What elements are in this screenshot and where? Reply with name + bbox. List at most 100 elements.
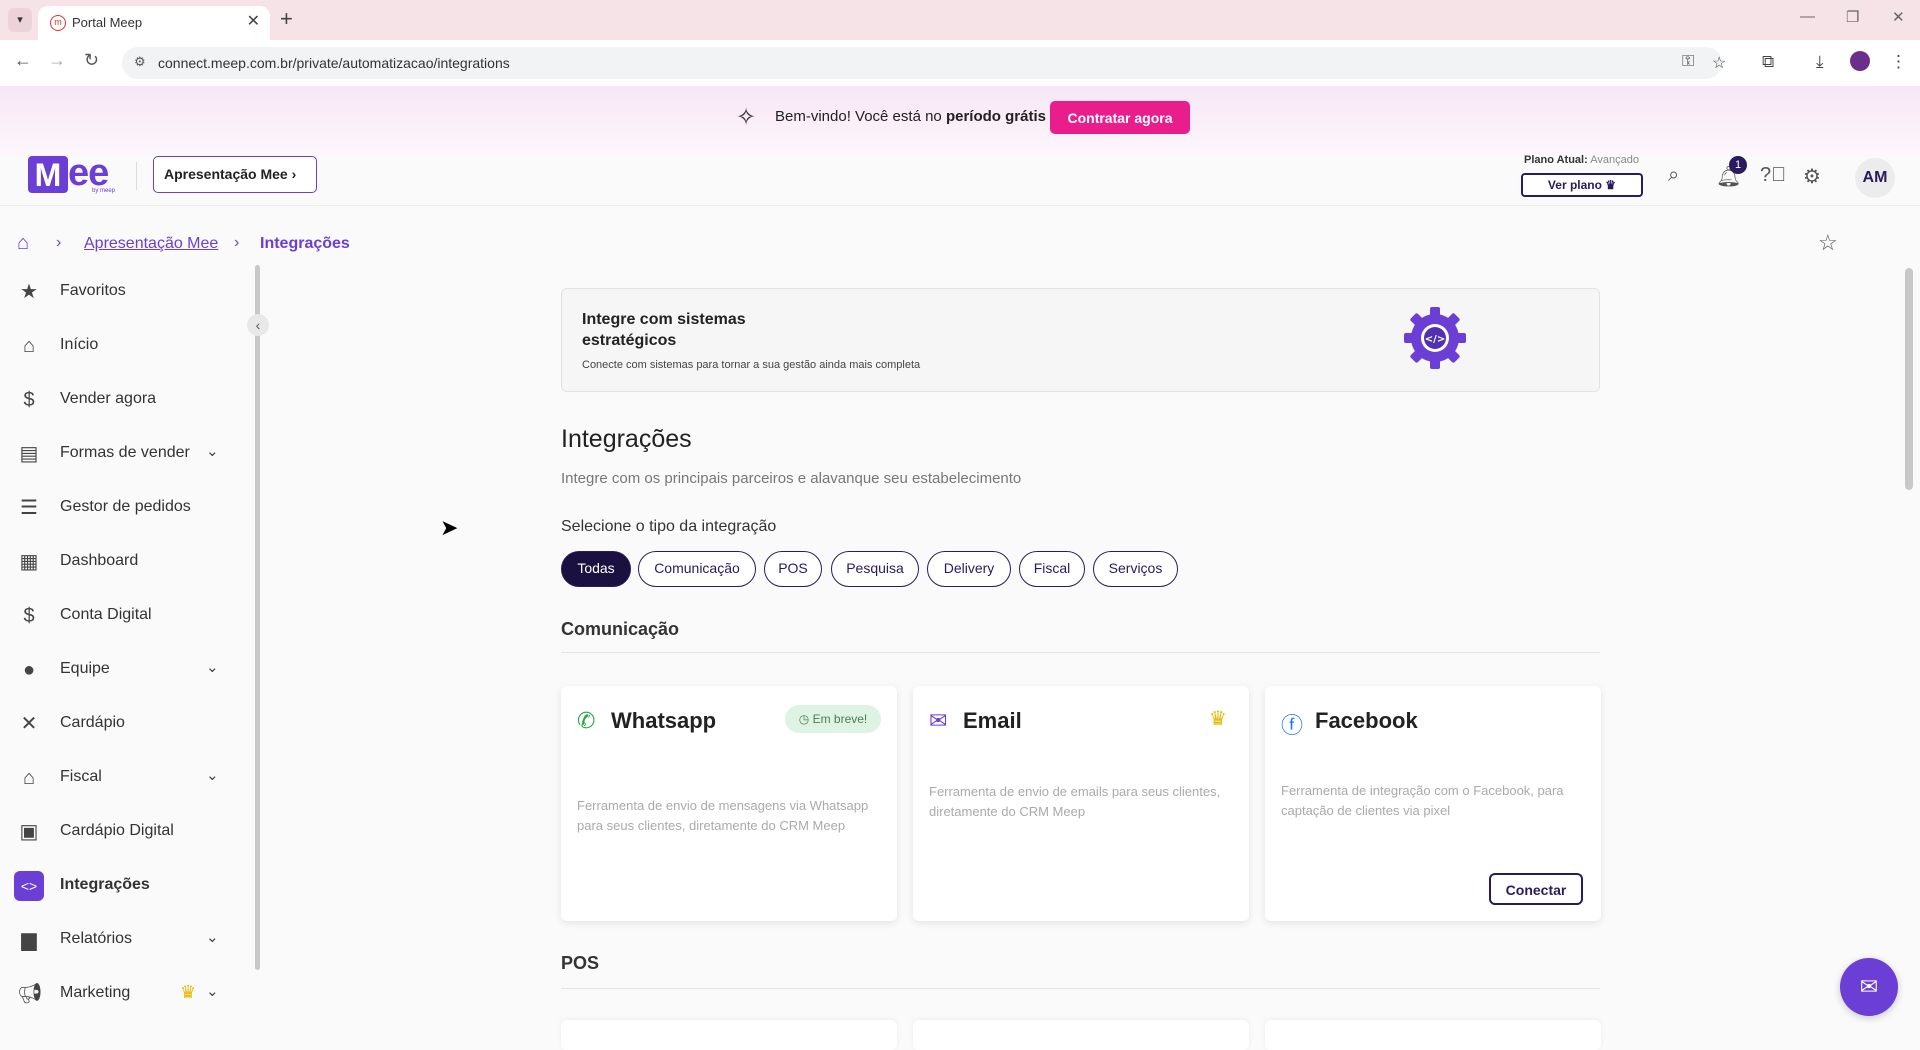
filter-chip-servicos[interactable]: Serviços — [1093, 551, 1178, 587]
chevron-right-icon: › — [56, 234, 62, 251]
sidebar-item-inicio[interactable]: ⌂ Início — [0, 324, 250, 368]
address-bar[interactable]: ⚙ connect.meep.com.br/private/automatiza… — [122, 47, 1726, 79]
minimize-icon[interactable]: — — [1800, 8, 1815, 25]
chat-icon: ✉ — [1859, 974, 1879, 999]
window-close-icon[interactable]: ✕ — [1892, 8, 1905, 26]
ver-plano-button[interactable]: Ver plano ♛ — [1521, 173, 1643, 197]
integration-card-facebook[interactable]: ⓕ Facebook Ferramenta de integração com … — [1265, 686, 1601, 921]
coming-soon-badge: ◷ Em breve! — [785, 705, 881, 733]
bookmark-star-icon[interactable]: ☆ — [1712, 53, 1726, 73]
header-divider — [136, 162, 137, 190]
download-icon[interactable]: ⤓ — [1816, 52, 1824, 72]
mouse-cursor-icon: ➤ — [440, 515, 459, 540]
section-divider — [561, 652, 1600, 653]
tab-close-icon[interactable]: ✕ — [247, 11, 260, 31]
integration-card-whatsapp[interactable]: ✆ Whatsapp ◷ Em breve! Ferramenta de env… — [561, 686, 897, 921]
filter-chip-todas[interactable]: Todas — [561, 551, 631, 587]
section-divider — [561, 988, 1600, 989]
filter-chip-delivery[interactable]: Delivery — [927, 551, 1011, 587]
password-key-icon[interactable]: ⚿ — [1682, 53, 1694, 71]
dollar-icon: $ — [23, 389, 35, 411]
search-icon[interactable]: ⌕ — [1668, 164, 1679, 187]
card-title: Whatsapp — [611, 708, 717, 733]
integration-card-email[interactable]: ✉ Email ♛ Ferramenta de envio de emails … — [913, 686, 1249, 921]
sidebar-item-dashboard[interactable]: ▦ Dashboard — [0, 540, 250, 584]
sidebar-label: Relatórios — [60, 930, 133, 947]
banner-text: Bem-vindo! Você está no período grátis — [775, 108, 1046, 125]
notification-badge: 1 — [1729, 156, 1747, 174]
sidebar-item-relatorios[interactable]: ▆ Relatórios ⌄ — [0, 918, 250, 962]
breadcrumb-link[interactable]: Apresentação Mee — [84, 235, 218, 253]
browser-menu-icon[interactable]: ⋮ — [1890, 52, 1907, 72]
sidebar-item-integracoes[interactable]: <> Integrações — [0, 864, 250, 908]
main-scrollbar[interactable] — [1905, 268, 1913, 490]
register-icon: ▤ — [19, 443, 39, 465]
home-icon[interactable]: ⌂ — [17, 232, 29, 255]
extensions-icon[interactable]: ⧉ — [1762, 52, 1774, 72]
star-icon: ★ — [20, 281, 38, 303]
clock-icon: ◷ — [798, 712, 810, 726]
hero-card: Integre com sistemas estratégicos Conect… — [561, 288, 1600, 392]
contratar-agora-button[interactable]: Contratar agora — [1050, 101, 1190, 134]
profile-avatar[interactable] — [1850, 51, 1870, 71]
browser-tab-bar: ▾ m Portal Meep ✕ + — ❐ ✕ — [0, 0, 1920, 40]
sidebar-scrollbar[interactable] — [255, 265, 260, 970]
store-selector-button[interactable]: Apresentação Mee › — [153, 156, 317, 193]
sidebar-item-cardapio[interactable]: ✕ Cardápio — [0, 702, 250, 746]
dollar-icon: $ — [23, 605, 35, 627]
site-info-icon[interactable]: ⚙ — [134, 54, 146, 70]
chevron-down-icon: ⌄ — [206, 983, 219, 1000]
filter-chip-comunicacao[interactable]: Comunicação — [638, 551, 756, 587]
browser-tab[interactable]: m Portal Meep ✕ — [38, 6, 270, 40]
sidebar-item-favoritos[interactable]: ★ Favoritos — [0, 270, 250, 314]
sidebar-label: Vender agora — [60, 390, 157, 407]
tab-favicon-icon: m — [50, 15, 66, 31]
favorite-star-icon[interactable]: ☆ — [1818, 230, 1838, 256]
mee-logo[interactable]: M ee by meep — [28, 152, 118, 196]
breadcrumb-current: Integrações — [260, 235, 350, 252]
sidebar-item-vender-agora[interactable]: $ Vender agora — [0, 378, 250, 422]
forward-icon[interactable]: → — [48, 50, 66, 71]
plan-label: Plano Atual: Avançado — [1524, 154, 1639, 166]
pos-card[interactable] — [913, 1020, 1249, 1050]
gear-icon[interactable]: ⚙ — [1803, 164, 1821, 189]
sidebar-item-marketing[interactable]: 📢︎ Marketing ♛ ⌄ — [0, 972, 250, 1016]
card-title: Email — [963, 708, 1022, 733]
sidebar-item-gestor-de-pedidos[interactable]: ☰ Gestor de pedidos — [0, 486, 250, 530]
user-avatar[interactable]: AM — [1855, 158, 1895, 198]
chevron-right-icon: › — [234, 234, 240, 251]
filter-chip-pesquisa[interactable]: Pesquisa — [831, 551, 919, 587]
megaphone-icon: 📢︎ — [17, 983, 43, 1005]
chat-button[interactable]: ✉ — [1840, 958, 1898, 1016]
sidebar-label: Gestor de pedidos — [60, 498, 191, 515]
hero-title: Integre com sistemas estratégicos — [582, 311, 746, 349]
filter-chip-pos[interactable]: POS — [764, 551, 822, 587]
chevron-down-icon: ⌄ — [206, 929, 219, 946]
reload-icon[interactable]: ↻ — [84, 50, 99, 71]
crown-icon: ♛ — [1605, 178, 1617, 192]
pos-card[interactable] — [561, 1020, 897, 1050]
svg-text:</>: </> — [1425, 334, 1445, 345]
sidebar-item-cardapio-digital[interactable]: ▣ Cardápio Digital — [0, 810, 250, 854]
page-subtitle: Integre com os principais parceiros e al… — [561, 470, 1022, 487]
browser-toolbar: ← → ↻ ⚙ connect.meep.com.br/private/auto… — [0, 40, 1920, 87]
tab-search-button[interactable]: ▾ — [8, 8, 32, 32]
collapse-sidebar-button[interactable]: ‹ — [247, 314, 269, 336]
sidebar-item-conta-digital[interactable]: $ Conta Digital — [0, 594, 250, 638]
help-icon[interactable]: ?⃝ — [1760, 164, 1786, 187]
sidebar-label: Fiscal — [60, 768, 102, 785]
pos-card[interactable] — [1265, 1020, 1601, 1050]
sidebar-item-formas-de-vender[interactable]: ▤ Formas de vender ⌄ — [0, 432, 250, 476]
page-title: Integrações — [561, 425, 692, 453]
back-icon[interactable]: ← — [14, 50, 32, 71]
restore-icon[interactable]: ❐ — [1846, 8, 1859, 26]
sidebar-item-fiscal[interactable]: ⌂ Fiscal ⌄ — [0, 756, 250, 800]
cutlery-icon: ✕ — [20, 713, 38, 735]
app-header: M ee by meep Apresentação Mee › Plano At… — [0, 152, 1920, 206]
conectar-button[interactable]: Conectar — [1489, 873, 1583, 905]
filter-chip-fiscal[interactable]: Fiscal — [1019, 551, 1085, 587]
tab-title: Portal Meep — [72, 15, 143, 30]
sparkle-icon: ✧ — [736, 104, 757, 131]
new-tab-icon[interactable]: + — [280, 6, 293, 32]
sidebar-item-equipe[interactable]: ● Equipe ⌄ — [0, 648, 250, 692]
